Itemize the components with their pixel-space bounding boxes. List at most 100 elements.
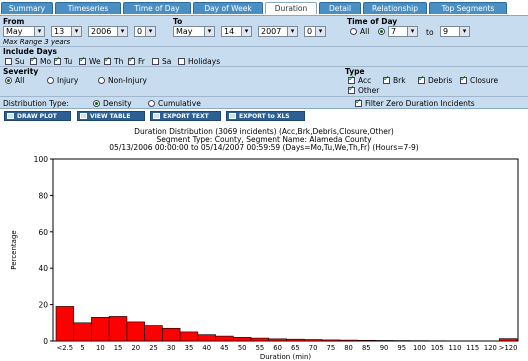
- plot-frame: [52, 158, 519, 342]
- type-acc-checkbox[interactable]: [348, 74, 355, 84]
- from-day-select[interactable]: 13: [51, 26, 82, 37]
- from-month-select[interactable]: May: [3, 26, 45, 37]
- x-tick-label: 50: [238, 344, 247, 352]
- spreadsheet-icon: [229, 113, 236, 119]
- bar: [126, 321, 145, 342]
- holidays-checkbox[interactable]: [178, 58, 185, 65]
- tab-top-segments[interactable]: Top Segments: [429, 2, 507, 14]
- x-tick-label: 20: [131, 344, 140, 352]
- bar: [73, 322, 92, 342]
- day-su-checkbox[interactable]: [5, 58, 12, 65]
- tab-timeseries[interactable]: Timeseries: [55, 2, 121, 14]
- divider: [0, 66, 528, 67]
- tod-to-label: to: [426, 28, 434, 37]
- x-tick-label: 45: [220, 344, 229, 352]
- to-year-select[interactable]: 2007: [258, 26, 298, 37]
- x-tick-label: 90: [380, 344, 389, 352]
- bar: [233, 337, 252, 342]
- day-mo-label: Mo: [40, 57, 52, 66]
- severity-injury-label: Injury: [57, 76, 79, 85]
- type-debris-checkbox[interactable]: [418, 74, 425, 84]
- day-fr-label: Fr: [138, 57, 145, 66]
- distribution-cumulative-label: Cumulative: [158, 99, 201, 108]
- tab-detail[interactable]: Detail: [319, 2, 361, 14]
- bar: [179, 331, 199, 342]
- severity-noninjury-label: Non-Injury: [108, 76, 147, 85]
- bar: [162, 327, 181, 342]
- x-tick-label: 120: [484, 344, 497, 352]
- chart-subtitle-range: 05/13/2006 00:00:00 to 05/14/2007 00:59:…: [109, 143, 419, 152]
- tab-relationship[interactable]: Relationship: [363, 2, 427, 14]
- x-tick-label: 110: [448, 344, 461, 352]
- severity-noninjury-radio[interactable]: [98, 77, 105, 84]
- type-closure-checkbox[interactable]: [460, 74, 467, 84]
- y-axis-label: Percentage: [10, 230, 18, 269]
- y-tick-label: 100: [34, 155, 49, 164]
- type-brk-checkbox[interactable]: [383, 74, 390, 84]
- filter-panel: From To Time of Day May 13 2006 0 May 14…: [0, 15, 528, 109]
- day-sa-label: Sa: [162, 57, 172, 66]
- view-table-button[interactable]: VIEW TABLE: [77, 111, 145, 121]
- x-tick-label: 100: [413, 344, 426, 352]
- severity-label: Severity: [3, 67, 39, 76]
- bar: [215, 335, 234, 342]
- to-hour-select[interactable]: 0: [304, 26, 326, 37]
- export-text-button[interactable]: EXPORT TEXT: [150, 111, 221, 121]
- y-tick-label: 40: [38, 264, 48, 273]
- to-month-select[interactable]: May: [173, 26, 215, 37]
- bar: [250, 337, 270, 342]
- bar: [303, 339, 323, 342]
- tod-all-radio[interactable]: [350, 28, 357, 35]
- x-tick-label: <2.5: [57, 344, 74, 352]
- to-day-select[interactable]: 14: [221, 26, 252, 37]
- text-file-icon: [153, 113, 160, 119]
- export-text-label: EXPORT TEXT: [163, 113, 209, 120]
- type-acc-label: Acc: [358, 76, 372, 85]
- day-fr-checkbox[interactable]: [128, 55, 135, 65]
- chart-plot: 0 20 40 60 80 100 Percentage <2.5 5 10 15 20 25 30 35 4…: [10, 155, 519, 361]
- day-mo-checkbox[interactable]: [30, 55, 37, 65]
- distribution-cumulative-radio[interactable]: [148, 100, 155, 107]
- x-tick-label: 75: [327, 344, 336, 352]
- x-tick-label: 10: [96, 344, 105, 352]
- distribution-density-radio[interactable]: [93, 100, 100, 107]
- tod-from-select[interactable]: 7: [388, 26, 418, 37]
- divider: [0, 46, 528, 47]
- from-hour-select[interactable]: 0: [134, 26, 156, 37]
- tab-bar: Summary Timeseries Time of Day Day of We…: [0, 0, 528, 15]
- day-tu-label: Tu: [64, 57, 73, 66]
- export-xls-button[interactable]: EXPORT to XLS: [226, 111, 305, 121]
- severity-all-radio[interactable]: [5, 77, 12, 84]
- tod-range-radio[interactable]: [378, 28, 385, 35]
- bar: [374, 340, 394, 342]
- to-label: To: [173, 17, 183, 26]
- tab-summary[interactable]: Summary: [1, 2, 53, 14]
- tab-day-of-week[interactable]: Day of Week: [193, 2, 263, 14]
- severity-injury-radio[interactable]: [47, 77, 54, 84]
- tab-time-of-day[interactable]: Time of Day: [123, 2, 191, 14]
- x-tick-label: 115: [466, 344, 479, 352]
- day-tu-checkbox[interactable]: [54, 55, 61, 65]
- bar: [339, 339, 358, 342]
- y-tick-label: 20: [38, 301, 48, 310]
- type-other-checkbox[interactable]: [348, 84, 355, 94]
- from-year-select[interactable]: 2006: [88, 26, 128, 37]
- day-sa-checkbox[interactable]: [152, 58, 159, 65]
- type-other-label: Other: [358, 86, 380, 95]
- filter-zero-checkbox[interactable]: [355, 97, 362, 107]
- draw-plot-button[interactable]: DRAW PLOT: [4, 111, 71, 121]
- x-tick-label: >120: [499, 344, 518, 352]
- tod-to-select[interactable]: 9: [440, 26, 470, 37]
- filter-zero-label: Filter Zero Duration Incidents: [365, 99, 475, 108]
- x-tick-label: 15: [114, 344, 123, 352]
- bar: [321, 339, 340, 342]
- day-we-checkbox[interactable]: [79, 55, 86, 65]
- day-th-checkbox[interactable]: [104, 55, 111, 65]
- severity-all-label: All: [15, 76, 25, 85]
- day-we-label: We: [89, 57, 101, 66]
- bar: [108, 316, 128, 342]
- bar: [91, 317, 110, 342]
- x-tick-label: 35: [185, 344, 194, 352]
- x-axis-label: Duration (min): [260, 353, 312, 361]
- tab-duration[interactable]: Duration: [265, 2, 317, 14]
